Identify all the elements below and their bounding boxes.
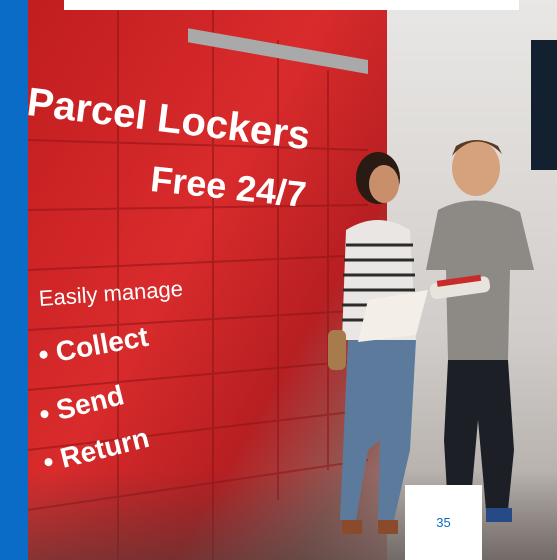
left-color-band <box>0 0 28 560</box>
parcel-locker-photo: Parcel Lockers Free 24/7 Easily manage •… <box>28 0 557 560</box>
top-caption-bar <box>64 0 519 10</box>
page-number: 35 <box>436 515 451 530</box>
page-number-box: 35 <box>405 485 482 560</box>
